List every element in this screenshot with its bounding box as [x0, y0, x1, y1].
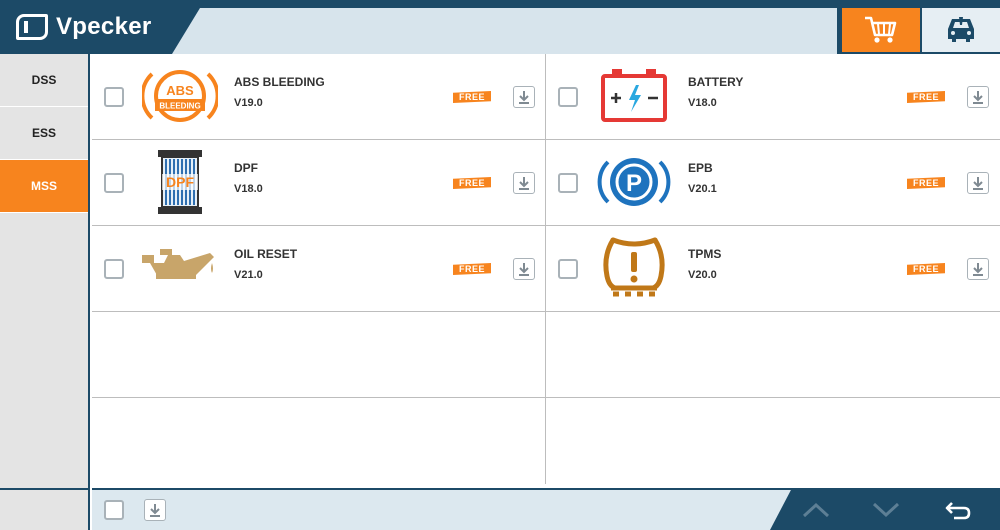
page-down-button[interactable] — [866, 496, 906, 524]
oil-can-icon — [140, 234, 220, 302]
empty-slot — [546, 312, 1000, 398]
app-title: Vpecker — [56, 13, 152, 40]
select-checkbox[interactable] — [558, 173, 578, 193]
function-name: EPB — [688, 161, 713, 175]
empty-slot — [546, 398, 1000, 484]
function-version: V18.0 — [688, 97, 717, 109]
download-button[interactable] — [513, 258, 535, 280]
chevron-up-icon — [802, 502, 830, 518]
function-name: TPMS — [688, 247, 722, 261]
free-badge: FREE — [907, 263, 945, 275]
svg-text:DPF: DPF — [166, 174, 194, 190]
parking-brake-icon: P — [594, 148, 674, 216]
download-selected-button[interactable] — [144, 499, 166, 521]
download-icon — [519, 91, 529, 104]
download-icon — [519, 177, 529, 190]
function-item-abs-bleeding[interactable]: ABS BLEEDING ABS BLEEDING V19.0 FREE — [92, 54, 546, 140]
function-item-epb[interactable]: P EPB V20.1 FREE — [546, 140, 1000, 226]
function-version: V20.1 — [688, 183, 717, 195]
tire-pressure-icon — [594, 234, 674, 302]
function-version: V20.0 — [688, 269, 717, 281]
function-name: DPF — [234, 161, 258, 175]
free-badge: FREE — [453, 91, 491, 103]
select-all-checkbox[interactable] — [104, 500, 124, 520]
select-checkbox[interactable] — [104, 87, 124, 107]
header-band — [172, 8, 837, 54]
svg-text:BLEEDING: BLEEDING — [159, 102, 200, 111]
function-version: V21.0 — [234, 269, 263, 281]
download-button[interactable] — [513, 86, 535, 108]
car-service-button[interactable] — [922, 8, 1000, 52]
logo: Vpecker — [0, 0, 200, 54]
dpf-filter-icon: DPF — [140, 148, 220, 216]
abs-bleeding-icon: ABS BLEEDING — [140, 62, 220, 130]
chevron-down-icon — [872, 502, 900, 518]
select-checkbox[interactable] — [558, 87, 578, 107]
select-checkbox[interactable] — [104, 259, 124, 279]
download-button[interactable] — [967, 86, 989, 108]
svg-text:P: P — [626, 170, 642, 197]
function-item-dpf[interactable]: DPF DPF V18.0 FREE — [92, 140, 546, 226]
download-icon — [973, 177, 983, 190]
function-version: V18.0 — [234, 183, 263, 195]
free-badge: FREE — [907, 177, 945, 189]
back-button[interactable] — [938, 496, 978, 524]
function-list: ABS BLEEDING ABS BLEEDING V19.0 FREE BAT… — [92, 54, 1000, 488]
function-item-battery[interactable]: BATTERY V18.0 FREE — [546, 54, 1000, 140]
empty-slot — [92, 398, 546, 484]
sidebar-item-ess[interactable]: ESS — [0, 107, 88, 160]
download-icon — [973, 91, 983, 104]
download-icon — [973, 263, 983, 276]
select-checkbox[interactable] — [558, 259, 578, 279]
function-name: ABS BLEEDING — [234, 75, 325, 89]
download-button[interactable] — [967, 258, 989, 280]
cart-button[interactable] — [842, 8, 920, 52]
bottom-left-panel — [0, 488, 90, 530]
page-up-button[interactable] — [796, 496, 836, 524]
download-icon — [519, 263, 529, 276]
function-version: V19.0 — [234, 97, 263, 109]
free-badge: FREE — [453, 177, 491, 189]
function-name: BATTERY — [688, 75, 744, 89]
sidebar-item-mss[interactable]: MSS — [0, 160, 88, 213]
download-button[interactable] — [967, 172, 989, 194]
select-checkbox[interactable] — [104, 173, 124, 193]
battery-icon — [594, 62, 674, 130]
svg-text:ABS: ABS — [166, 83, 194, 98]
sidebar-item-dss[interactable]: DSS — [0, 54, 88, 107]
vpecker-logo-icon — [16, 14, 48, 40]
return-icon — [945, 502, 971, 520]
car-service-icon — [948, 17, 974, 42]
function-item-tpms[interactable]: TPMS V20.0 FREE — [546, 226, 1000, 312]
download-button[interactable] — [513, 172, 535, 194]
function-name: OIL RESET — [234, 247, 298, 261]
app-header: Vpecker — [0, 0, 1000, 54]
sidebar: DSS ESS MSS — [0, 54, 90, 488]
free-badge: FREE — [907, 91, 945, 103]
free-badge: FREE — [453, 263, 491, 275]
function-item-oil-reset[interactable]: OIL RESET V21.0 FREE — [92, 226, 546, 312]
download-icon — [150, 504, 160, 517]
empty-slot — [92, 312, 546, 398]
cart-icon — [865, 16, 897, 43]
